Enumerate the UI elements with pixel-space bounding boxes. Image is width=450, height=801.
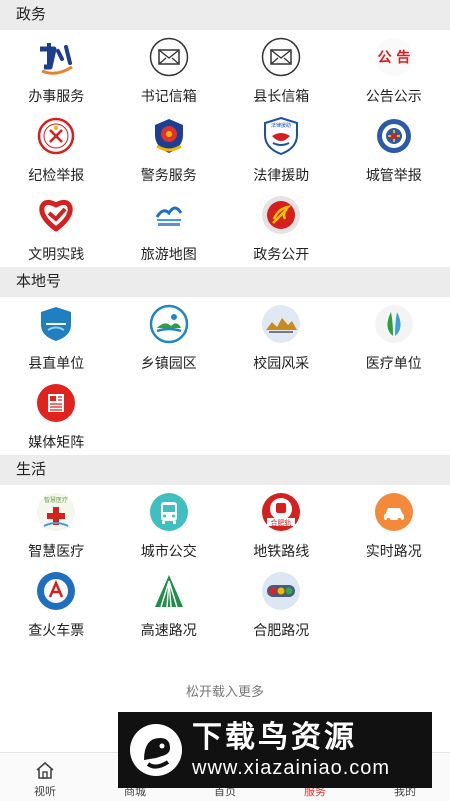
county-shield-icon bbox=[36, 304, 76, 344]
item-label: 高速路况 bbox=[113, 620, 226, 640]
service-item-shu-ji-mailbox[interactable]: 书记信箱 bbox=[113, 30, 226, 109]
item-label: 县长信箱 bbox=[225, 86, 338, 106]
service-item-train-tickets[interactable]: 查火车票 bbox=[0, 564, 113, 643]
town-circle-icon bbox=[149, 304, 189, 344]
watermark-banner: 下载鸟资源 www.xiazainiao.com bbox=[118, 712, 432, 788]
item-label: 智慧医疗 bbox=[0, 541, 113, 561]
service-item-county-units[interactable]: 县直单位 bbox=[0, 297, 113, 376]
item-label: 文明实践 bbox=[0, 244, 113, 264]
police-badge-icon bbox=[149, 116, 189, 156]
watermark-title: 下载鸟资源 bbox=[192, 720, 390, 756]
tab-audiovisual[interactable]: 视听 bbox=[0, 753, 90, 801]
local-grid: 县直单位 乡镇园区 校园风采 医疗单位 媒体矩阵 bbox=[0, 297, 450, 455]
service-item-xian-zhang-mailbox[interactable]: 县长信箱 bbox=[225, 30, 338, 109]
service-item-police[interactable]: 警务服务 bbox=[113, 109, 226, 188]
section-header-gov: 政务 bbox=[0, 0, 450, 30]
mail-icon bbox=[149, 37, 189, 77]
legal-aid-shield-icon: 法律援助 bbox=[261, 116, 301, 156]
item-label: 纪检举报 bbox=[0, 165, 113, 185]
car-icon bbox=[374, 492, 414, 532]
service-item-realtime-traffic[interactable]: 实时路况 bbox=[338, 485, 450, 564]
item-label: 警务服务 bbox=[113, 165, 226, 185]
watermark-url: www.xiazainiao.com bbox=[192, 756, 390, 780]
announcement-icon: 公 告 bbox=[374, 37, 414, 77]
watermark-text: 下载鸟资源 www.xiazainiao.com bbox=[192, 720, 390, 780]
gov-grid: 办事服务 书记信箱 县长信箱 公 告 公告公示 纪检举报 警务服务 法律援助 法 bbox=[0, 30, 450, 267]
item-label: 校园风采 bbox=[225, 353, 338, 373]
item-label: 书记信箱 bbox=[113, 86, 226, 106]
section-header-life: 生活 bbox=[0, 455, 450, 485]
service-item-hefei-traffic[interactable]: 合肥路况 bbox=[225, 564, 338, 643]
item-label: 县直单位 bbox=[0, 353, 113, 373]
service-item-media-matrix[interactable]: 媒体矩阵 bbox=[0, 376, 113, 455]
traffic-light-icon bbox=[261, 571, 301, 611]
item-label: 查火车票 bbox=[0, 620, 113, 640]
bus-icon bbox=[149, 492, 189, 532]
service-item-metro[interactable]: 合肥轨 地铁路线 bbox=[225, 485, 338, 564]
item-label: 媒体矩阵 bbox=[0, 432, 113, 452]
campus-circle-icon bbox=[261, 304, 301, 344]
item-label: 公告公示 bbox=[338, 86, 450, 106]
bird-logo-icon bbox=[126, 720, 186, 780]
service-item-towns-parks[interactable]: 乡镇园区 bbox=[113, 297, 226, 376]
service-item-medical-units[interactable]: 医疗单位 bbox=[338, 297, 450, 376]
tab-label: 视听 bbox=[0, 783, 90, 799]
item-label: 实时路况 bbox=[338, 541, 450, 561]
svg-text:合肥轨: 合肥轨 bbox=[271, 518, 292, 527]
highway-icon bbox=[149, 571, 189, 611]
item-label: 法律援助 bbox=[225, 165, 338, 185]
service-item-gov-affairs-open[interactable]: 政务公开 bbox=[225, 188, 338, 267]
city-management-badge-icon bbox=[374, 116, 414, 156]
item-label: 旅游地图 bbox=[113, 244, 226, 264]
service-item-city-management[interactable]: 城管举报 bbox=[338, 109, 450, 188]
railway-icon bbox=[36, 571, 76, 611]
metro-icon: 合肥轨 bbox=[261, 492, 301, 532]
service-item-announcement[interactable]: 公 告 公告公示 bbox=[338, 30, 450, 109]
item-label: 政务公开 bbox=[225, 244, 338, 264]
item-label: 乡镇园区 bbox=[113, 353, 226, 373]
home-icon bbox=[34, 759, 56, 781]
smart-medical-icon: 智慧医疗 bbox=[36, 492, 76, 532]
item-label: 城市公交 bbox=[113, 541, 226, 561]
item-label: 地铁路线 bbox=[225, 541, 338, 561]
item-label: 城管举报 bbox=[338, 165, 450, 185]
service-item-highway[interactable]: 高速路况 bbox=[113, 564, 226, 643]
pull-to-load-hint: 松开载入更多 bbox=[0, 681, 450, 700]
service-item-legal-aid[interactable]: 法律援助 法律援助 bbox=[225, 109, 338, 188]
item-label: 合肥路况 bbox=[225, 620, 338, 640]
service-item-smart-medical[interactable]: 智慧医疗 智慧医疗 bbox=[0, 485, 113, 564]
item-label: 医疗单位 bbox=[338, 353, 450, 373]
item-label: 办事服务 bbox=[0, 86, 113, 106]
media-newspaper-icon bbox=[36, 383, 76, 423]
service-item-civilization[interactable]: 文明实践 bbox=[0, 188, 113, 267]
mail-icon bbox=[261, 37, 301, 77]
service-item-city-bus[interactable]: 城市公交 bbox=[113, 485, 226, 564]
ban-logo-icon bbox=[36, 37, 76, 77]
service-item-tourism-map[interactable]: 旅游地图 bbox=[113, 188, 226, 267]
tourism-logo-icon bbox=[149, 195, 189, 235]
section-header-local: 本地号 bbox=[0, 267, 450, 297]
party-emblem-icon bbox=[261, 195, 301, 235]
svg-text:法律援助: 法律援助 bbox=[271, 122, 291, 129]
life-grid: 智慧医疗 智慧医疗 城市公交 合肥轨 地铁路线 实时路况 查火车票 高速路况 bbox=[0, 485, 450, 643]
service-item-campus[interactable]: 校园风采 bbox=[225, 297, 338, 376]
svg-text:公 告: 公 告 bbox=[377, 49, 410, 66]
discipline-emblem-icon bbox=[36, 116, 76, 156]
service-item-ban-shi[interactable]: 办事服务 bbox=[0, 30, 113, 109]
svg-text:智慧医疗: 智慧医疗 bbox=[44, 496, 68, 504]
service-item-discipline-report[interactable]: 纪检举报 bbox=[0, 109, 113, 188]
medical-leaf-icon bbox=[374, 304, 414, 344]
heart-ribbon-icon bbox=[36, 195, 76, 235]
